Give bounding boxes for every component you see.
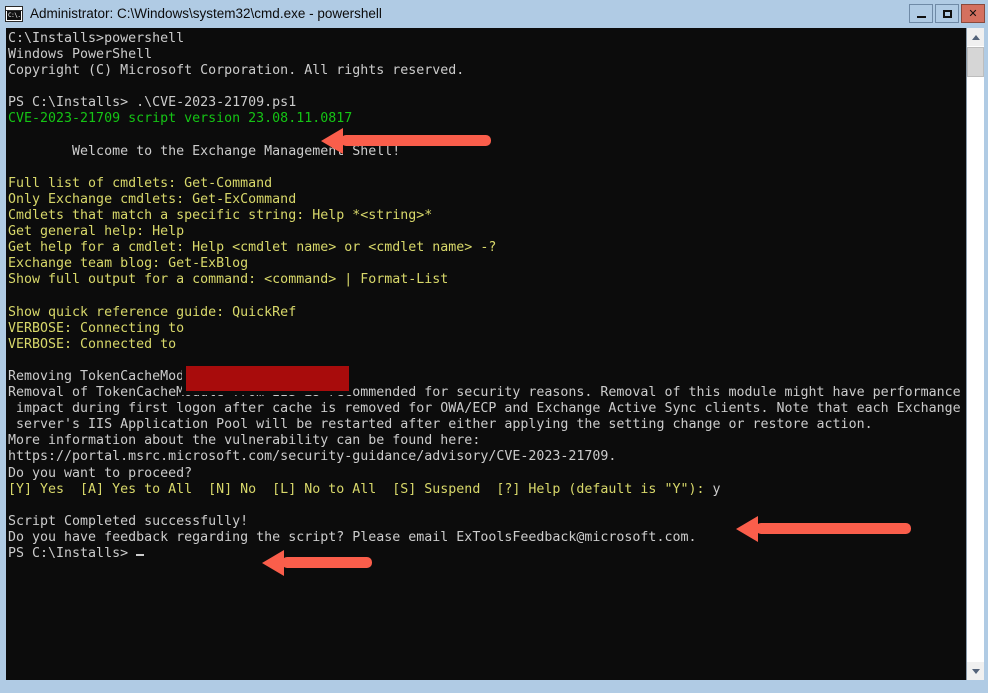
cmd-console-icon-label: C:\.: [7, 11, 21, 20]
console-line: Removal of TokenCacheModule from IIS is …: [8, 385, 961, 401]
chevron-up-icon: [971, 34, 980, 40]
console-line: Windows PowerShell: [8, 47, 153, 63]
console-line: Full list of cmdlets: Get-Command: [8, 175, 273, 191]
prompt-answer: y: [712, 481, 721, 497]
maximize-button[interactable]: [935, 4, 959, 23]
console-line: More information about the vulnerability…: [8, 433, 481, 449]
scroll-down-button[interactable]: [967, 662, 984, 680]
redacted-server-name: [182, 362, 353, 395]
console-line: Copyright (C) Microsoft Corporation. All…: [8, 63, 465, 79]
chevron-down-icon: [971, 668, 980, 674]
cmd-console-icon: C:\.: [5, 6, 23, 22]
text-cursor: [136, 554, 145, 556]
console-line: Get general help: Help: [8, 224, 185, 240]
window-controls: ✕: [909, 4, 985, 23]
console-prompt-choices-line: [Y] Yes [A] Yes to All [N] No [L] No to …: [8, 482, 961, 498]
prompt-options: [Y] Yes [A] Yes to All [N] No [L] No to …: [8, 481, 713, 497]
console-line: Do you want to proceed?: [8, 465, 193, 481]
console-line: Cmdlets that match a specific string: He…: [8, 208, 433, 224]
console-line: VERBOSE: Connected to: [8, 336, 177, 352]
console-line: Exchange team blog: Get-ExBlog: [8, 256, 249, 272]
console-line: Get help for a cmdlet: Help <cmdlet name…: [8, 240, 497, 256]
console-line: server's IIS Application Pool will be re…: [8, 417, 873, 433]
console-line: impact during first logon after cache is…: [8, 401, 961, 417]
console-line: Show full output for a command: <command…: [8, 272, 449, 288]
console-output-area[interactable]: C:\Installs>powershell Windows PowerShell…: [6, 28, 966, 680]
scroll-up-button[interactable]: [967, 28, 984, 46]
window-title: Administrator: C:\Windows\system32\cmd.e…: [30, 6, 382, 21]
close-button[interactable]: ✕: [961, 4, 985, 23]
console-line: PS C:\Installs> .\CVE-2023-21709.ps1: [8, 95, 297, 111]
cmd-window: C:\. Administrator: C:\Windows\system32\…: [0, 0, 988, 693]
console-line: Do you have feedback regarding the scrip…: [8, 529, 697, 545]
console-input-prompt[interactable]: PS C:\Installs>: [8, 546, 961, 562]
console-line: C:\Installs>powershell: [8, 31, 185, 46]
console-line: CVE-2023-21709 script version 23.08.11.0…: [8, 111, 353, 127]
minimize-icon: [916, 15, 926, 18]
console-line: VERBOSE: Connecting to: [8, 320, 185, 336]
close-icon: ✕: [968, 7, 978, 20]
scrollbar-thumb[interactable]: [967, 47, 984, 77]
console-line: Welcome to the Exchange Management Shell…: [8, 143, 401, 159]
console-line: Only Exchange cmdlets: Get-ExCommand: [8, 191, 297, 207]
console-line: Removing TokenCacheModule from IIS: [8, 368, 281, 384]
maximize-icon: [942, 9, 952, 18]
console-prompt-text: PS C:\Installs>: [8, 546, 137, 561]
console-line: https://portal.msrc.microsoft.com/securi…: [8, 449, 617, 465]
minimize-button[interactable]: [909, 4, 933, 23]
console-line: Script Completed successfully!: [8, 513, 249, 529]
console-text: C:\Installs>powershell Windows PowerShell…: [8, 31, 961, 562]
title-bar[interactable]: C:\. Administrator: C:\Windows\system32\…: [0, 0, 988, 28]
vertical-scrollbar[interactable]: [966, 28, 984, 680]
console-line: Show quick reference guide: QuickRef: [8, 304, 297, 320]
